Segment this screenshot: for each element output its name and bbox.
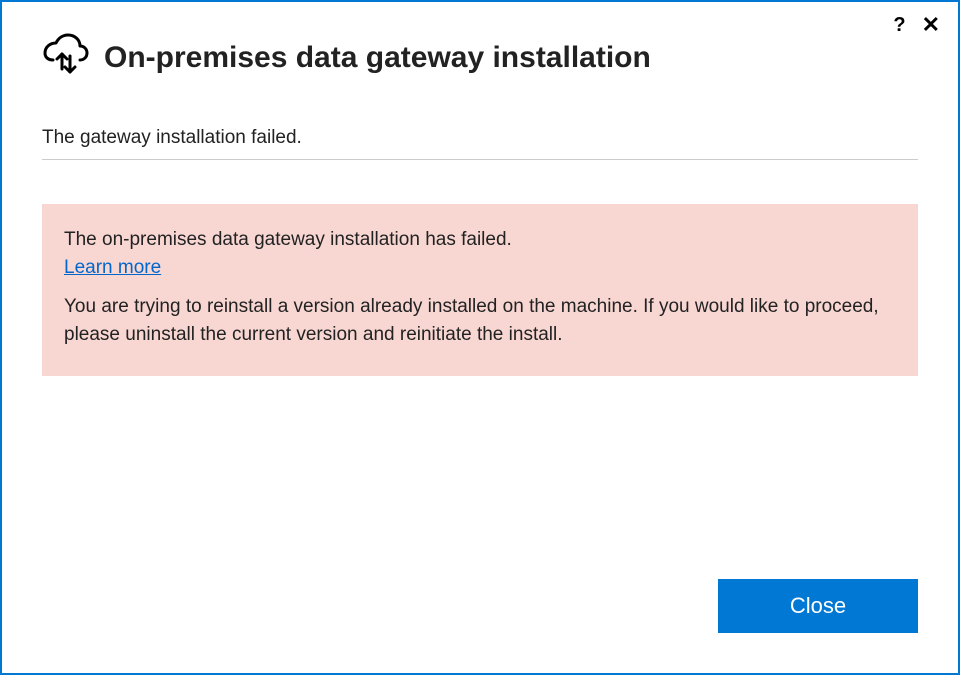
titlebar-controls: ? ✕: [889, 12, 944, 38]
learn-more-link[interactable]: Learn more: [64, 257, 161, 279]
close-button[interactable]: Close: [718, 579, 918, 633]
divider: [42, 159, 918, 160]
error-message: The on-premises data gateway installatio…: [64, 226, 896, 255]
header: On-premises data gateway installation: [42, 32, 918, 83]
installer-window: ? ✕ On-premises data gateway installatio…: [0, 0, 960, 675]
close-icon[interactable]: ✕: [918, 12, 944, 38]
status-message: The gateway installation failed.: [42, 127, 918, 149]
cloud-icon: [42, 32, 90, 83]
page-title: On-premises data gateway installation: [104, 41, 651, 75]
error-detail: You are trying to reinstall a version al…: [64, 293, 896, 350]
footer: Close: [42, 579, 918, 633]
error-alert: The on-premises data gateway installatio…: [42, 204, 918, 376]
help-button[interactable]: ?: [889, 13, 909, 37]
